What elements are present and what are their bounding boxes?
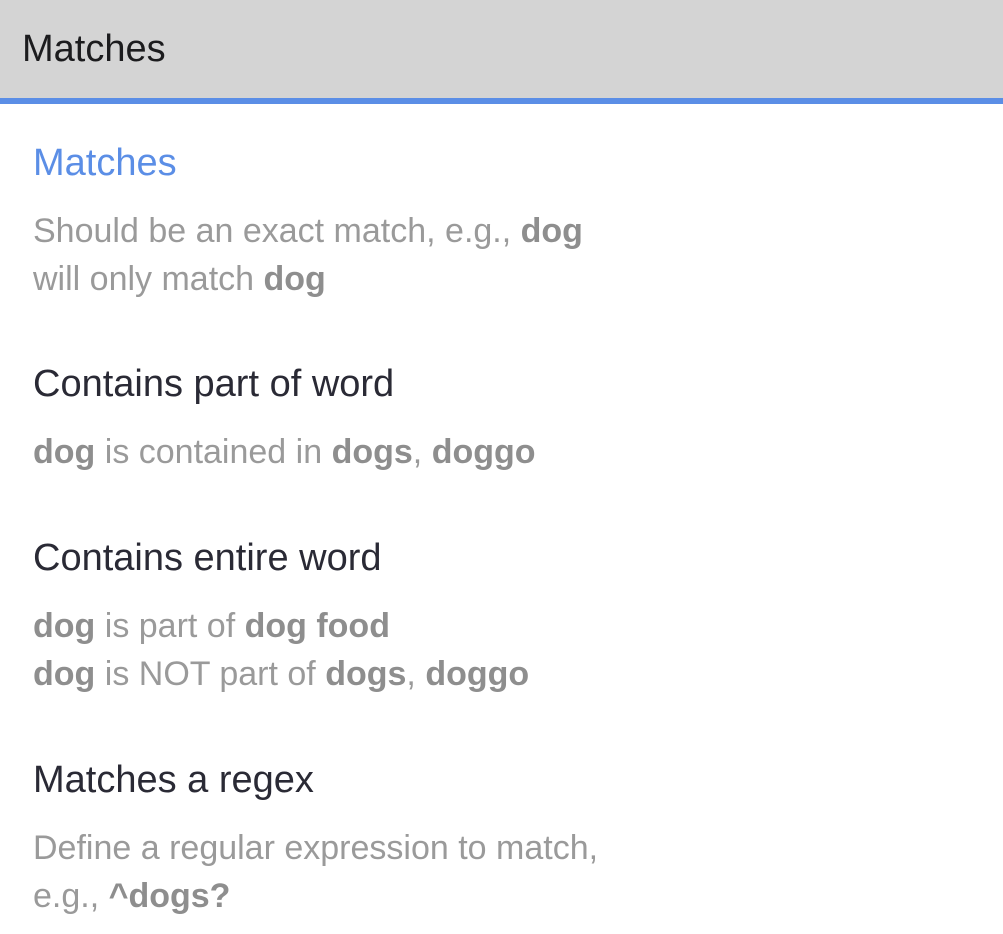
- option-description: Should be an exact match, e.g., dog will …: [33, 207, 583, 303]
- description-line: dog is NOT part of dogs, doggo: [33, 650, 529, 698]
- nav-header: Matches: [0, 0, 1003, 104]
- example-term: dog: [263, 260, 326, 298]
- description-text: ,: [412, 433, 432, 471]
- example-term: dog: [33, 607, 96, 645]
- example-term: dogs: [325, 655, 407, 693]
- option-matches[interactable]: Matches Should be an exact match, e.g., …: [33, 141, 583, 303]
- description-line: dog is part of dog food: [33, 602, 529, 650]
- example-term: dogs: [331, 433, 413, 471]
- description-text: Define a regular expression to match,: [33, 829, 599, 867]
- example-term: dog: [33, 433, 96, 471]
- description-text: will only match: [33, 260, 264, 298]
- description-line: Define a regular expression to match,: [33, 824, 598, 872]
- example-term: dog food: [244, 607, 390, 645]
- example-term: ^dogs?: [108, 877, 231, 915]
- option-title: Contains part of word: [33, 363, 395, 405]
- option-title: Matches a regex: [33, 759, 314, 801]
- example-term: dog: [520, 212, 583, 250]
- description-line: dog is contained in dogs, doggo: [33, 428, 536, 476]
- example-term: doggo: [425, 655, 530, 693]
- option-contains-entire-word[interactable]: Contains entire word dog is part of dog …: [33, 536, 529, 698]
- option-description: Define a regular expression to match, e.g…: [33, 824, 598, 920]
- description-line: Should be an exact match, e.g., dog: [33, 207, 583, 255]
- option-contains-part-of-word[interactable]: Contains part of word dog is contained i…: [33, 362, 536, 476]
- description-text: Should be an exact match, e.g.,: [33, 212, 521, 250]
- description-line: e.g., ^dogs?: [33, 872, 598, 920]
- header-title: Matches: [22, 27, 166, 70]
- example-term: doggo: [431, 433, 536, 471]
- description-text: is NOT part of: [95, 655, 326, 693]
- option-description: dog is part of dog food dog is NOT part o…: [33, 602, 529, 698]
- description-text: is contained in: [95, 433, 332, 471]
- example-term: dog: [33, 655, 96, 693]
- description-text: ,: [406, 655, 426, 693]
- option-description: dog is contained in dogs, doggo: [33, 428, 536, 476]
- option-matches-regex[interactable]: Matches a regex Define a regular express…: [33, 758, 598, 920]
- description-text: is part of: [95, 607, 245, 645]
- description-line: will only match dog: [33, 255, 583, 303]
- description-text: e.g.,: [33, 877, 109, 915]
- option-title: Matches: [33, 142, 177, 184]
- option-title: Contains entire word: [33, 537, 382, 579]
